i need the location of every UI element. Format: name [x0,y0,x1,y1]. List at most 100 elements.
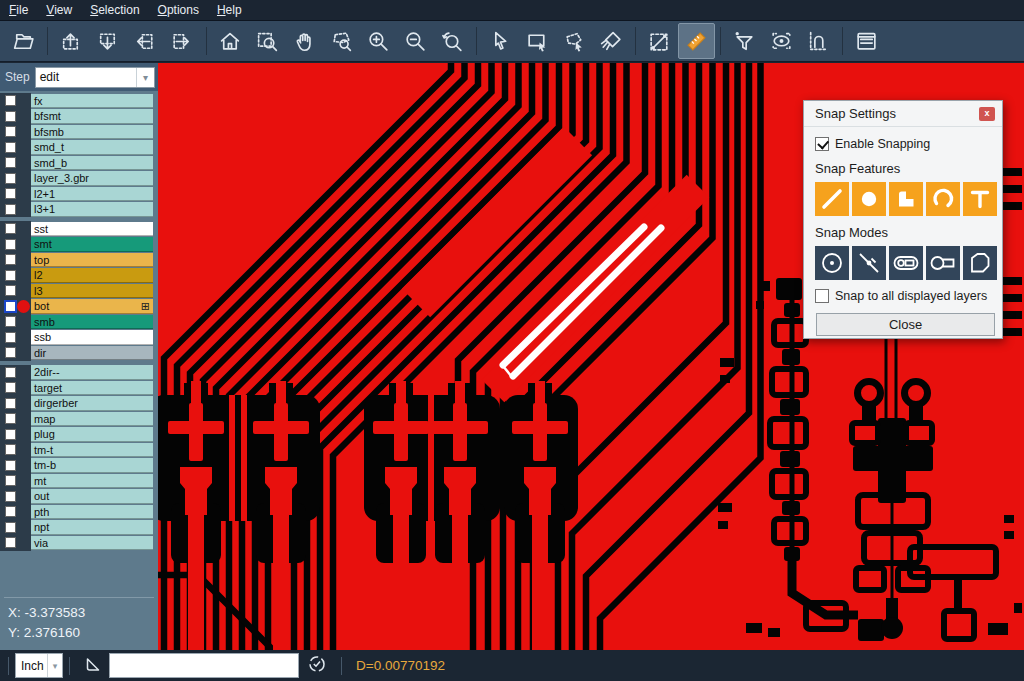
layer-checkbox[interactable] [5,223,16,234]
grid-icon[interactable]: ⊞ [141,299,150,313]
measure-ruler-button[interactable] [678,23,715,59]
select-rectangle-button[interactable] [519,23,556,59]
enable-snapping-row[interactable]: Enable Snapping [815,137,994,151]
layer-row-tm-b[interactable]: tm-b [0,458,158,474]
pan-button[interactable] [286,23,323,59]
layer-name[interactable]: target [31,381,153,396]
chevron-down-icon[interactable]: ▾ [136,68,154,87]
layer-name[interactable]: tm-b [31,458,153,473]
layer-name[interactable]: 2dir-- [31,365,153,380]
snap-mode-contour-button[interactable] [963,246,997,280]
snap-feature-pad-button[interactable] [852,182,886,216]
layer-checkbox[interactable] [5,316,16,327]
trace-path-button[interactable] [800,23,837,59]
layer-row-smd_t[interactable]: smd_t [0,140,158,156]
layer-row-bfsmb[interactable]: bfsmb [0,124,158,140]
layer-row-fx[interactable]: fx [0,93,158,109]
layer-name[interactable]: layer_3.gbr [31,171,153,186]
layer-row-bot[interactable]: bot⊞ [0,299,158,315]
layer-checkbox[interactable] [5,270,16,281]
layer-checkbox[interactable] [5,95,16,106]
select-cursor-button[interactable] [482,23,519,59]
refresh-check-icon[interactable] [307,654,327,678]
select-polygon-button[interactable] [556,23,593,59]
panels-button[interactable] [848,23,885,59]
snap-mode-slot-right-button[interactable] [889,246,923,280]
layer-name[interactable]: l3+1 [31,202,153,217]
layer-name[interactable]: top [31,253,153,268]
layer-row-plug[interactable]: plug [0,427,158,443]
layer-name[interactable]: smd_b [31,156,153,171]
filter-button[interactable] [726,23,763,59]
move-left-button[interactable] [127,23,164,59]
unit-dropdown[interactable]: Inch ▾ [15,653,63,678]
layer-row-l3+1[interactable]: l3+1 [0,202,158,218]
layer-row-pth[interactable]: pth [0,504,158,520]
all-layers-row[interactable]: Snap to all displayed layers [815,289,994,303]
layer-name[interactable]: bfsmt [31,109,153,124]
layer-name[interactable]: out [31,489,153,504]
layer-checkbox[interactable] [5,332,16,343]
layer-checkbox[interactable] [5,522,16,533]
layer-checkbox[interactable] [5,157,16,168]
layer-row-l3[interactable]: l3 [0,283,158,299]
menu-item-view[interactable]: View [37,1,81,19]
zoom-window-button[interactable] [249,23,286,59]
layer-row-smt[interactable]: smt [0,237,158,253]
layer-row-target[interactable]: target [0,380,158,396]
menu-item-options[interactable]: Options [149,1,208,19]
snap-mode-slot-left-button[interactable] [926,246,960,280]
layer-row-dirgerber[interactable]: dirgerber [0,396,158,412]
layer-name[interactable]: dirgerber [31,396,153,411]
snap-mode-midpoint-button[interactable] [852,246,886,280]
layer-row-npt[interactable]: npt [0,520,158,536]
layer-checkbox[interactable] [5,460,16,471]
move-right-button[interactable] [164,23,201,59]
layer-checkbox[interactable] [5,491,16,502]
open-folder-button[interactable] [5,23,42,59]
zoom-polygon-button[interactable] [323,23,360,59]
layer-checkbox[interactable] [5,444,16,455]
layer-name[interactable]: sst [31,222,153,237]
layer-checkbox[interactable] [5,142,16,153]
layer-checkbox[interactable] [5,126,16,137]
layer-name[interactable]: ssb [31,330,153,345]
layer-name[interactable]: smt [31,237,153,252]
layer-row-top[interactable]: top [0,252,158,268]
layer-name[interactable]: via [31,536,153,551]
layer-name[interactable]: fx [31,94,153,109]
layer-row-smb[interactable]: smb [0,314,158,330]
view-box-button[interactable] [763,23,800,59]
layer-checkbox[interactable] [5,398,16,409]
menu-item-selection[interactable]: Selection [81,1,148,19]
layer-name[interactable]: bfsmb [31,125,153,140]
close-icon[interactable]: x [979,107,995,121]
snap-feature-text-button[interactable] [963,182,997,216]
menu-item-help[interactable]: Help [208,1,251,19]
zoom-out-button[interactable] [397,23,434,59]
layer-row-map[interactable]: map [0,411,158,427]
layer-name[interactable]: map [31,412,153,427]
layer-checkbox[interactable] [5,173,16,184]
command-input[interactable] [109,653,299,678]
layer-row-ssb[interactable]: ssb [0,330,158,346]
layer-row-layer_3.gbr[interactable]: layer_3.gbr [0,171,158,187]
layer-checkbox[interactable] [5,537,16,548]
layer-row-mt[interactable]: mt [0,473,158,489]
layer-checkbox[interactable] [5,285,16,296]
layer-row-tm-t[interactable]: tm-t [0,442,158,458]
layer-name[interactable]: tm-t [31,443,153,458]
move-down-button[interactable] [90,23,127,59]
layer-row-l2+1[interactable]: l2+1 [0,186,158,202]
close-button[interactable]: Close [816,313,995,336]
layer-checkbox[interactable] [5,506,16,517]
layer-checkbox[interactable] [5,111,16,122]
layer-checkbox[interactable] [5,301,16,312]
layer-checkbox[interactable] [5,239,16,250]
step-dropdown[interactable]: edit ▾ [35,67,155,88]
layer-row-bfsmt[interactable]: bfsmt [0,109,158,125]
snap-feature-corner-button[interactable] [889,182,923,216]
layer-name[interactable]: mt [31,474,153,489]
layer-name[interactable]: dir [31,346,153,361]
layer-row-smd_b[interactable]: smd_b [0,155,158,171]
